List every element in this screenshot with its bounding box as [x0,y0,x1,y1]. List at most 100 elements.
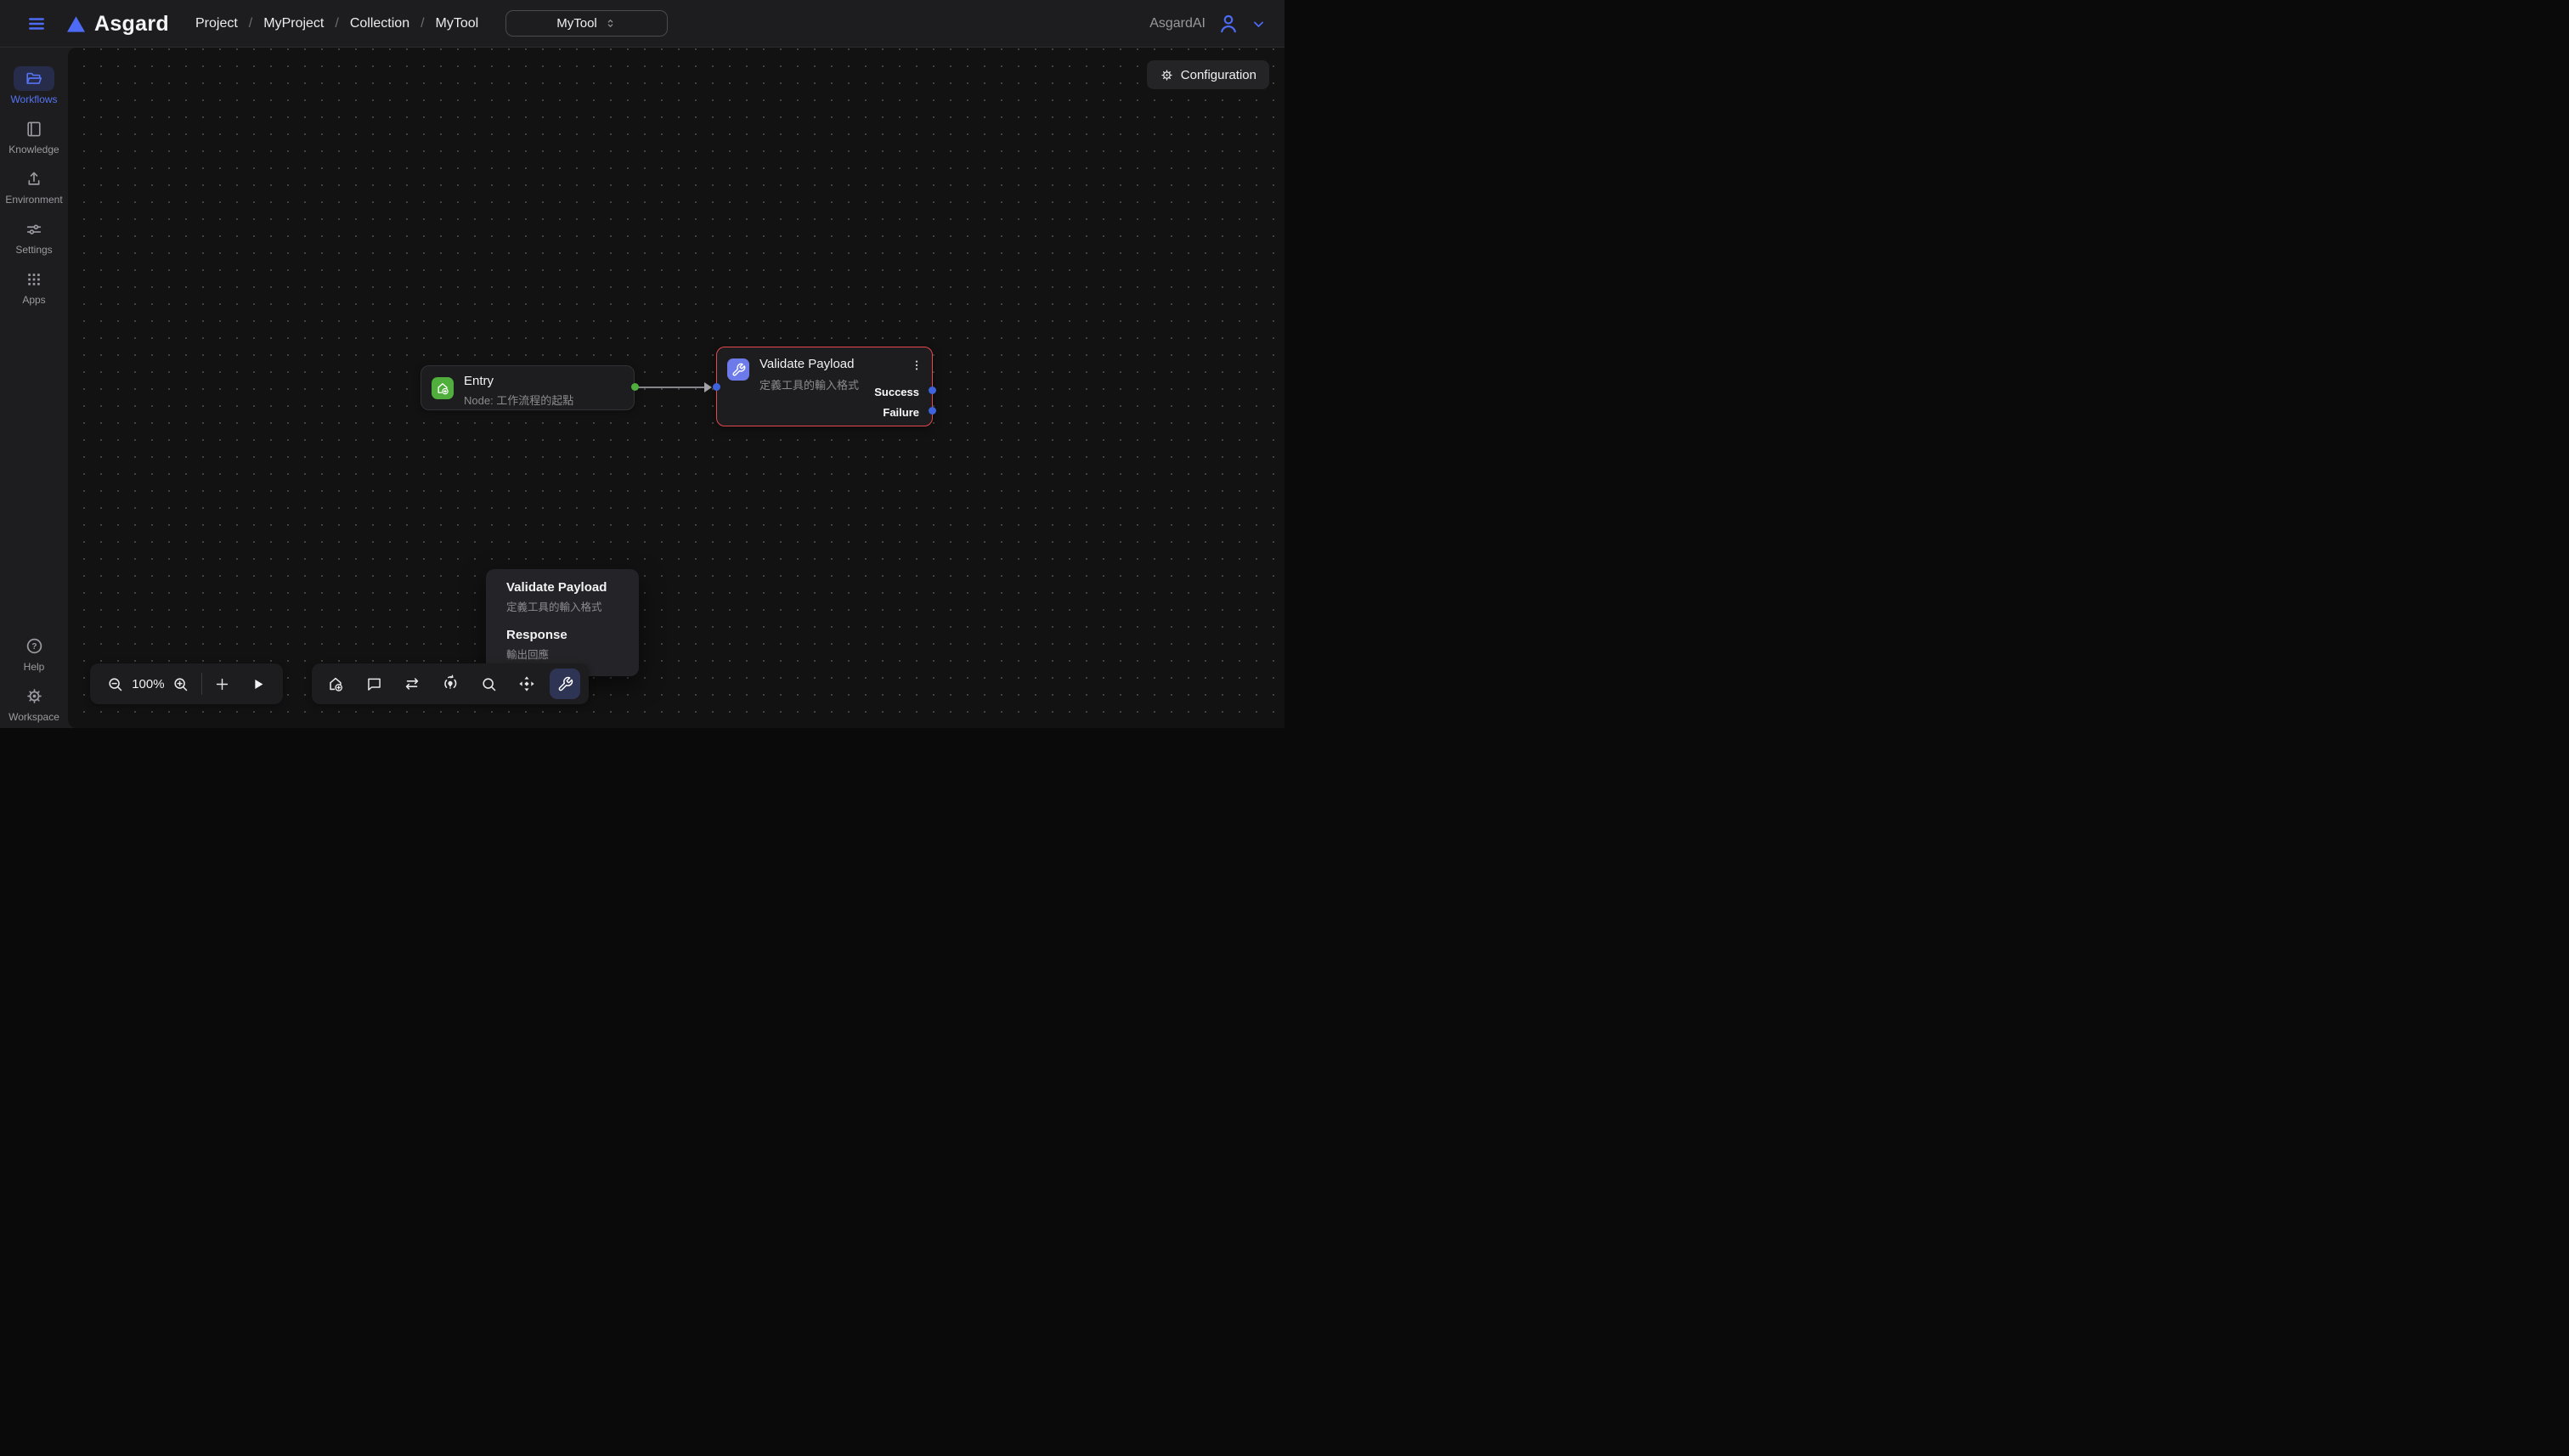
help-icon: ? [25,636,44,656]
chevron-down-icon[interactable] [1251,17,1266,31]
entry-output-port[interactable] [631,383,639,391]
run-button[interactable] [244,667,271,701]
entry-node-subtitle: Node: 工作流程的起點 [464,392,573,408]
fit-view-button[interactable] [508,663,545,704]
house-plus-icon [435,381,450,396]
toolbar-divider [201,673,202,695]
sidebar-item-help[interactable]: ? Help [0,634,68,673]
refresh-bulb-icon [441,674,460,693]
popup-item-subtitle: 輸出回應 [506,646,630,662]
comment-icon [365,675,383,693]
refresh-suggestion-button[interactable] [432,663,469,704]
port-label-success: Success [874,386,919,398]
popup-item-title: Response [506,628,630,642]
validate-node-icon [727,358,749,381]
gear-icon [1160,68,1174,82]
entry-node-icon [432,377,454,399]
node-entry[interactable]: Entry Node: 工作流程的起點 [421,365,635,410]
sidebar-item-workspace[interactable]: Workspace [0,684,68,723]
popup-item-subtitle: 定義工具的輸入格式 [506,598,630,614]
sidebar-item-settings[interactable]: Settings [0,217,68,256]
active-tool-highlight [550,669,580,699]
breadcrumb-separator: / [335,16,338,31]
header-right: AsgardAI [1149,0,1266,48]
tools-toolbar [312,663,589,704]
breadcrumb-myproject[interactable]: MyProject [263,16,324,31]
validate-failure-port[interactable] [929,407,936,415]
workflow-canvas[interactable]: Configuration Entry Node: 工作流程的起點 Valida… [68,48,1284,728]
tools-button[interactable] [546,663,584,704]
top-bar: Asgard Project / MyProject / Collection … [0,0,1284,48]
breadcrumb-project[interactable]: Project [195,16,238,31]
configuration-label: Configuration [1181,68,1256,82]
workspace-name: AsgardAI [1149,16,1205,31]
sidebar-footer-nav: ? Help Workspace [0,634,68,723]
sidebar-item-workflows[interactable]: Workflows [0,66,68,105]
menu-icon[interactable] [24,14,49,33]
popup-item-response[interactable]: Response 輸出回應 [486,624,639,667]
sidebar-label-apps: Apps [22,294,45,306]
zoom-toolbar: 100% [90,663,283,704]
node-menu-kebab-icon[interactable] [908,356,925,375]
book-icon [25,120,43,138]
breadcrumb-mytool[interactable]: MyTool [436,16,479,31]
zoom-out-icon [106,675,124,693]
edge-entry-to-validate[interactable] [636,387,708,388]
sidebar: Workflows Knowledge Environment Settings… [0,48,68,728]
configuration-button[interactable]: Configuration [1147,60,1269,89]
sidebar-item-environment[interactable]: Environment [0,166,68,206]
upload-icon [25,170,43,189]
popup-item-title: Validate Payload [506,580,630,595]
folder-open-icon [25,70,43,88]
breadcrumb-separator: / [421,16,424,31]
sidebar-label-knowledge: Knowledge [8,144,59,155]
zoom-in-button[interactable] [167,667,195,701]
sidebar-label-workspace: Workspace [8,711,59,723]
tool-selector-dropdown[interactable]: MyTool [505,10,668,37]
triangle-logo-icon [66,15,86,33]
tools-wrench-icon [557,676,573,692]
zoom-in-icon [172,675,189,693]
sidebar-label-environment: Environment [5,194,62,206]
comment-button[interactable] [355,663,392,704]
popup-item-validate-payload[interactable]: Validate Payload 定義工具的輸入格式 [486,577,639,619]
entry-node-title: Entry [464,374,494,388]
fit-view-icon [517,674,536,693]
gear-icon [25,686,44,706]
brand-logo[interactable]: Asgard [66,0,169,48]
swap-arrows-icon [403,674,421,693]
house-plus-icon [326,674,345,693]
breadcrumb-collection[interactable]: Collection [350,16,409,31]
edge-arrowhead [704,382,712,392]
user-avatar-icon[interactable] [1217,13,1239,35]
app-window: Asgard Project / MyProject / Collection … [0,0,1284,728]
sidebar-label-workflows: Workflows [10,93,57,105]
swap-connections-button[interactable] [393,663,431,704]
port-label-failure: Failure [883,406,919,419]
apps-grid-icon [25,270,43,289]
sidebar-item-knowledge[interactable]: Knowledge [0,116,68,155]
node-validate-payload[interactable]: Validate Payload 定義工具的輸入格式 Success Failu… [716,347,933,426]
select-updown-icon [604,17,617,30]
breadcrumb: Project / MyProject / Collection / MyToo… [195,0,478,48]
validate-node-subtitle: 定義工具的輸入格式 [759,376,859,392]
search-button[interactable] [470,663,507,704]
validate-success-port[interactable] [929,387,936,394]
sidebar-label-settings: Settings [15,244,52,256]
validate-node-title: Validate Payload [759,357,854,371]
sidebar-label-help: Help [24,661,45,673]
add-button[interactable] [209,667,236,701]
svg-text:?: ? [31,642,37,652]
wrench-icon [731,363,746,377]
validate-input-port[interactable] [713,383,720,391]
play-icon [250,676,266,692]
sliders-icon [25,220,43,239]
sidebar-main-nav: Workflows Knowledge Environment Settings… [0,66,68,306]
tool-selector-value: MyTool [556,16,597,31]
zoom-level-value: 100% [129,677,167,691]
add-node-button[interactable] [317,663,354,704]
sidebar-item-apps[interactable]: Apps [0,267,68,306]
search-icon [480,675,498,693]
breadcrumb-separator: / [249,16,252,31]
zoom-out-button[interactable] [102,667,129,701]
